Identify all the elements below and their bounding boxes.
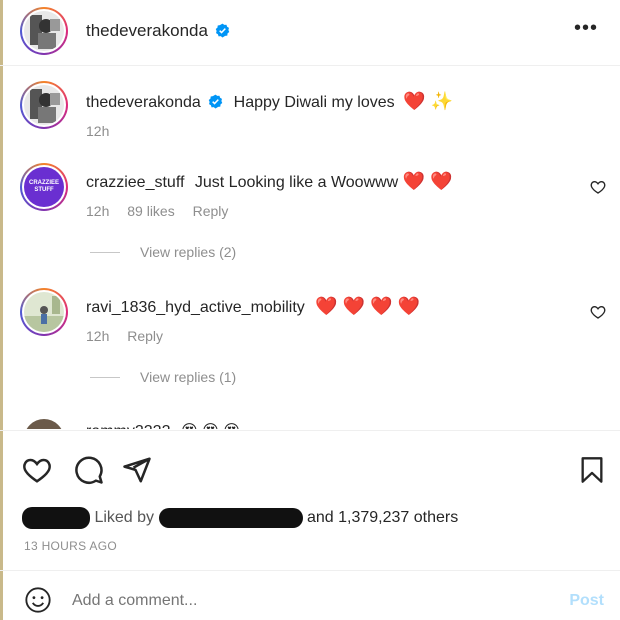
more-options-icon[interactable]: ••• [574, 18, 598, 38]
like-heart-icon[interactable] [22, 455, 52, 485]
caption-meta: 12h [86, 123, 123, 139]
caption-text: thedeverakonda Happy Diwali my loves ❤️ … [86, 91, 453, 112]
comment-text: rammy2222 😍 😍 😍 [86, 421, 240, 429]
post-time-ago: 13 HOURS AGO [24, 539, 117, 553]
comment-avatar[interactable]: CRAZZIEE STUFF [20, 163, 68, 211]
profile-photo-icon [24, 292, 64, 332]
liked-by-label: Liked by [94, 509, 155, 527]
add-comment-input[interactable] [72, 592, 522, 610]
header-avatar[interactable] [20, 7, 68, 55]
comment-username[interactable]: ravi_1836_hyd_active_mobility [86, 299, 305, 316]
comment-time: 12h [86, 328, 110, 344]
liker-avatars-redacted [22, 507, 90, 529]
liked-by-row: Liked by and 1,379,237 others [22, 507, 458, 529]
comment-bubble-icon[interactable] [74, 455, 104, 485]
post-header: thedeverakonda ••• [0, 0, 620, 66]
like-comment-heart-icon[interactable] [590, 304, 606, 320]
share-send-icon[interactable] [122, 455, 152, 485]
comment-emojis: ❤️ ❤️ [402, 171, 453, 191]
like-comment-heart-icon[interactable] [590, 179, 606, 195]
comment-item: CRAZZIEE STUFF crazziee_stuff Just Looki… [0, 163, 620, 273]
profile-photo-icon [24, 11, 64, 51]
comment-meta: 12h 89 likes Reply [86, 203, 242, 219]
caption-avatar[interactable] [20, 81, 68, 129]
liker-name-redacted[interactable] [158, 508, 303, 528]
profile-photo-icon [24, 85, 64, 125]
comment-likes[interactable]: 89 likes [127, 203, 174, 219]
bookmark-save-icon[interactable] [578, 455, 606, 485]
view-replies-button[interactable]: View replies (2) [90, 244, 236, 260]
comment-avatar[interactable] [20, 288, 68, 336]
comment-item: ravi_1836_hyd_active_mobility ❤️ ❤️ ❤️ ❤… [0, 288, 620, 398]
caption-emojis: ❤️ ✨ [403, 91, 453, 111]
comment-time: 12h [86, 203, 110, 219]
likes-count[interactable]: and 1,379,237 others [307, 509, 458, 526]
reply-button[interactable]: Reply [193, 203, 229, 219]
caption-time: 12h [86, 123, 110, 139]
comment-text: crazziee_stuff Just Looking like a Wooww… [86, 171, 453, 192]
caption-row: thedeverakonda Happy Diwali my loves ❤️ … [0, 81, 620, 151]
emoji-smiley-icon[interactable] [24, 586, 52, 614]
comments-section[interactable]: thedeverakonda Happy Diwali my loves ❤️ … [0, 67, 620, 429]
verified-badge-icon [216, 23, 230, 38]
caption-message: Happy Diwali my loves [233, 94, 395, 111]
crazziee-logo-icon: CRAZZIEE STUFF [24, 167, 64, 207]
add-comment-bar: Post [0, 570, 620, 620]
comment-meta: 12h Reply [86, 328, 177, 344]
replies-divider [90, 251, 120, 253]
view-replies-label: View replies (2) [140, 244, 237, 260]
comment-text: ravi_1836_hyd_active_mobility ❤️ ❤️ ❤️ ❤… [86, 296, 420, 317]
comment-item: rammy2222 😍 😍 😍 [0, 415, 620, 429]
verified-badge-icon [208, 94, 223, 109]
caption-username[interactable]: thedeverakonda [86, 94, 201, 111]
view-replies-label: View replies (1) [140, 369, 237, 385]
comment-username[interactable]: crazziee_stuff [86, 174, 184, 191]
post-comment-button[interactable]: Post [569, 592, 604, 610]
comment-username[interactable]: rammy2222 [86, 423, 170, 429]
comment-message: Just Looking like a Woowww [194, 174, 399, 191]
post-actions: Liked by and 1,379,237 others 13 HOURS A… [0, 430, 620, 570]
view-replies-button[interactable]: View replies (1) [90, 369, 236, 385]
comment-emojis: 😍 😍 😍 [181, 423, 240, 429]
reply-button[interactable]: Reply [127, 328, 163, 344]
header-username[interactable]: thedeverakonda [86, 21, 208, 40]
comment-emojis: ❤️ ❤️ ❤️ ❤️ [315, 296, 420, 316]
comment-avatar[interactable] [24, 419, 64, 429]
replies-divider [90, 376, 120, 378]
avatar-logo-text: CRAZZIEE STUFF [29, 180, 59, 193]
